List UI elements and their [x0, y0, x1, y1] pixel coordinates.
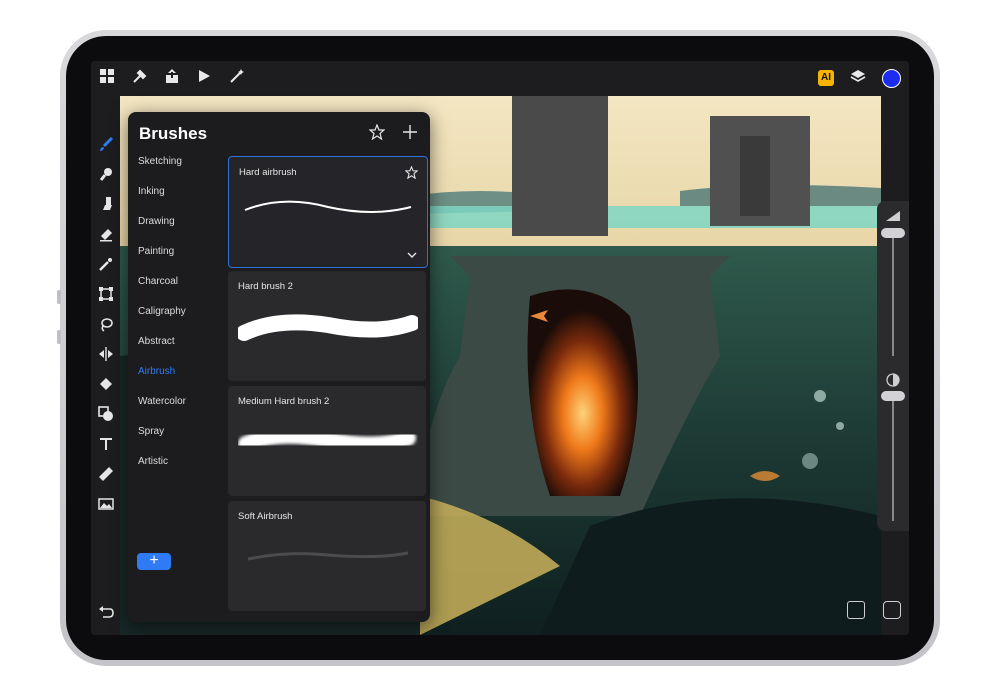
symmetry-icon[interactable]	[95, 346, 117, 368]
lasso-icon[interactable]	[95, 316, 117, 338]
category-item[interactable]: Caligraphy	[138, 306, 186, 317]
top-toolbar: AI	[91, 61, 909, 96]
category-item[interactable]: Sketching	[138, 156, 182, 167]
ai-badge[interactable]: AI	[818, 70, 834, 86]
category-item[interactable]: Watercolor	[138, 396, 186, 407]
brush-icon[interactable]	[95, 136, 117, 158]
chevron-down-icon[interactable]	[407, 245, 417, 263]
category-item[interactable]: Charcoal	[138, 276, 178, 287]
brush-name: Medium Hard brush 2	[238, 396, 330, 407]
brush-name: Hard airbrush	[239, 167, 297, 178]
brushes-panel: Brushes Sketching Inking Drawing Paintin…	[128, 112, 430, 622]
opacity-track	[892, 391, 894, 521]
brush-size-icon	[886, 211, 900, 221]
ruler-icon[interactable]	[95, 466, 117, 488]
add-brush-icon[interactable]	[402, 124, 418, 145]
transform-icon[interactable]	[95, 286, 117, 308]
brush-stroke-preview	[238, 427, 416, 453]
left-tool-rail	[91, 96, 120, 635]
brush-stroke-preview	[238, 314, 418, 341]
favorite-star-icon[interactable]	[368, 123, 386, 145]
eraser-icon[interactable]	[95, 226, 117, 248]
procreate-screen: AI Brushes Sketching Inking Drawing Pain…	[91, 61, 909, 635]
category-item[interactable]: Inking	[138, 186, 165, 197]
brush-card-selected[interactable]: Hard airbrush	[228, 156, 428, 268]
category-item[interactable]: Drawing	[138, 216, 175, 227]
add-category-button[interactable]: +	[137, 553, 171, 570]
favorite-star-icon[interactable]	[404, 165, 419, 184]
undo-icon[interactable]	[95, 604, 117, 626]
sidebar-slider-panel	[877, 201, 909, 531]
brush-stroke-preview	[247, 551, 409, 561]
smudge-icon[interactable]	[95, 166, 117, 188]
paint-brush-icon[interactable]	[95, 196, 117, 218]
category-item-active[interactable]: Airbrush	[138, 366, 175, 377]
brush-name: Soft Airbrush	[238, 511, 293, 522]
image-icon[interactable]	[95, 496, 117, 518]
eyedropper-button[interactable]	[883, 601, 901, 619]
magic-wand-icon[interactable]	[226, 68, 248, 90]
brush-card[interactable]: Soft Airbrush	[228, 501, 426, 611]
share-icon[interactable]	[161, 68, 183, 90]
brush-card[interactable]: Hard brush 2	[228, 271, 426, 381]
category-item[interactable]: Artistic	[138, 456, 168, 467]
layers-icon[interactable]	[847, 68, 869, 90]
brush-size-slider[interactable]	[881, 228, 905, 238]
hardware-button	[57, 290, 61, 304]
category-item[interactable]: Abstract	[138, 336, 175, 347]
fill-icon[interactable]	[95, 376, 117, 398]
color-swatch-icon[interactable]	[882, 69, 901, 88]
category-item[interactable]: Spray	[138, 426, 164, 437]
play-icon[interactable]	[193, 68, 215, 90]
adjustments-icon[interactable]	[95, 256, 117, 278]
modify-button[interactable]	[847, 601, 865, 619]
opacity-slider[interactable]	[881, 391, 905, 401]
brush-card[interactable]: Medium Hard brush 2	[228, 386, 426, 496]
shapes-icon[interactable]	[95, 406, 117, 428]
hardware-button	[57, 330, 61, 344]
wrench-icon[interactable]	[129, 68, 151, 90]
brush-size-track	[892, 231, 894, 356]
gallery-icon[interactable]	[96, 68, 118, 90]
text-icon[interactable]	[95, 436, 117, 458]
category-item[interactable]: Painting	[138, 246, 174, 257]
brush-name: Hard brush 2	[238, 281, 293, 292]
brush-stroke-preview	[244, 200, 412, 213]
panel-title: Brushes	[139, 124, 208, 143]
opacity-icon	[886, 373, 900, 387]
